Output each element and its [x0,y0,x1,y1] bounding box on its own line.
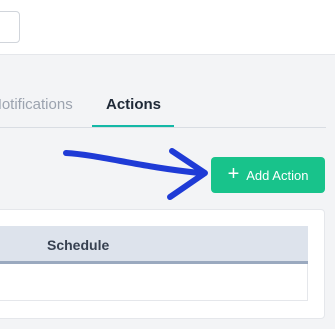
add-action-label: Add Action [246,167,309,183]
top-bar [0,0,335,55]
annotation-arrow-icon [63,148,208,200]
active-tab-indicator [92,125,174,127]
tab-notifications[interactable]: Notifications [0,96,73,113]
plus-icon: + [227,163,240,185]
add-action-button[interactable]: + Add Action [211,157,325,193]
tab-actions[interactable]: Actions [106,96,161,113]
table-body [0,264,308,301]
column-header-schedule[interactable]: Schedule [47,237,109,253]
top-input-field[interactable] [0,11,20,43]
